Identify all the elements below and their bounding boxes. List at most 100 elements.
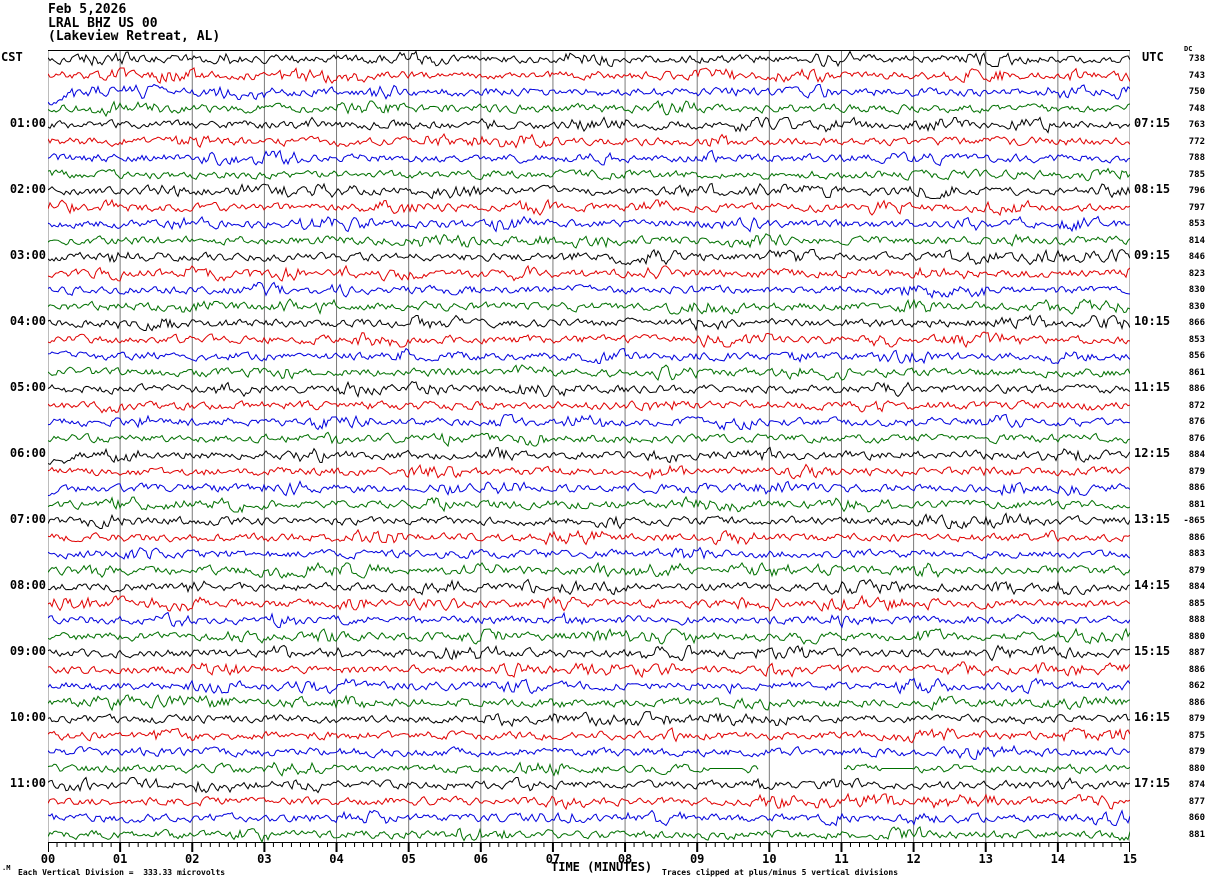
seismic-trace bbox=[48, 596, 1130, 611]
left-hour-label: 03:00 bbox=[0, 249, 46, 261]
x-axis-label: 09 bbox=[683, 853, 711, 865]
seismic-trace bbox=[48, 629, 1130, 644]
dc-value: 861 bbox=[1157, 368, 1205, 378]
dc-value: 830 bbox=[1157, 285, 1205, 295]
dc-value: 763 bbox=[1157, 120, 1205, 130]
seismic-trace bbox=[48, 679, 1130, 694]
left-hour-label: 01:00 bbox=[0, 117, 46, 129]
dc-value: 846 bbox=[1157, 252, 1205, 262]
seismic-trace bbox=[48, 646, 1130, 661]
dc-value: 862 bbox=[1157, 681, 1205, 691]
x-axis-label: 05 bbox=[395, 853, 423, 865]
dc-value: 743 bbox=[1157, 71, 1205, 81]
dc-value: 860 bbox=[1157, 813, 1205, 823]
left-hour-label: 06:00 bbox=[0, 447, 46, 459]
x-axis-label: 15 bbox=[1116, 853, 1144, 865]
seismic-trace bbox=[48, 448, 1130, 465]
dc-value: 881 bbox=[1157, 830, 1205, 840]
x-axis-label: 14 bbox=[1044, 853, 1072, 865]
seismic-trace bbox=[48, 580, 1130, 595]
seismic-trace bbox=[48, 778, 1130, 793]
x-axis-label: 07 bbox=[539, 853, 567, 865]
seismic-trace bbox=[48, 548, 1130, 559]
left-hour-label: 04:00 bbox=[0, 315, 46, 327]
dc-value: 830 bbox=[1157, 302, 1205, 312]
dc-value: 887 bbox=[1157, 648, 1205, 658]
seismogram-plot bbox=[48, 50, 1130, 860]
dc-value: 881 bbox=[1157, 500, 1205, 510]
seismic-trace bbox=[48, 134, 1130, 148]
dc-value: 853 bbox=[1157, 335, 1205, 345]
seismic-trace bbox=[48, 794, 1130, 809]
seismic-trace bbox=[48, 169, 1130, 181]
seismic-trace bbox=[48, 827, 1130, 842]
seismic-trace bbox=[48, 52, 1130, 67]
dc-value: 884 bbox=[1157, 450, 1205, 460]
seismic-trace bbox=[48, 101, 1130, 116]
dc-value: 788 bbox=[1157, 153, 1205, 163]
seismic-trace bbox=[48, 514, 1130, 529]
dc-value: 886 bbox=[1157, 698, 1205, 708]
watermark: .M bbox=[2, 864, 10, 872]
seismic-trace bbox=[48, 432, 1130, 446]
scale-note: Each Vertical Division = 333.33 microvol… bbox=[18, 868, 225, 877]
dc-value: 874 bbox=[1157, 780, 1205, 790]
seismic-trace bbox=[48, 746, 1130, 760]
left-hour-label: 02:00 bbox=[0, 183, 46, 195]
left-hour-label: 07:00 bbox=[0, 513, 46, 525]
seismic-trace bbox=[48, 316, 1130, 331]
dc-value: 738 bbox=[1157, 54, 1205, 64]
clip-note: Traces clipped at plus/minus 5 vertical … bbox=[662, 868, 898, 877]
dc-value: 886 bbox=[1157, 665, 1205, 675]
dc-value: 872 bbox=[1157, 401, 1205, 411]
dc-value: 823 bbox=[1157, 269, 1205, 279]
seismic-trace bbox=[48, 217, 1130, 232]
seismic-trace bbox=[48, 482, 1130, 496]
dc-value: 856 bbox=[1157, 351, 1205, 361]
dc-value: 797 bbox=[1157, 203, 1205, 213]
x-axis-label: 00 bbox=[34, 853, 62, 865]
seismic-trace bbox=[48, 283, 1130, 298]
dc-value: 796 bbox=[1157, 186, 1205, 196]
seismic-trace bbox=[48, 465, 1130, 479]
dc-value: 875 bbox=[1157, 731, 1205, 741]
x-axis-label: 02 bbox=[178, 853, 206, 865]
seismic-trace bbox=[48, 68, 1130, 83]
x-axis-label: 10 bbox=[755, 853, 783, 865]
dc-value: 879 bbox=[1157, 566, 1205, 576]
header-location: (Lakeview Retreat, AL) bbox=[48, 30, 220, 43]
dc-value: 772 bbox=[1157, 137, 1205, 147]
seismic-trace bbox=[48, 234, 1130, 248]
dc-value: 880 bbox=[1157, 764, 1205, 774]
seismic-trace bbox=[48, 349, 1130, 364]
seismic-trace bbox=[48, 415, 1130, 430]
seismic-trace bbox=[48, 332, 1130, 347]
left-hour-label: 08:00 bbox=[0, 579, 46, 591]
seismic-trace bbox=[48, 400, 1130, 412]
x-axis-label: 04 bbox=[323, 853, 351, 865]
dc-value: 880 bbox=[1157, 632, 1205, 642]
dc-value: 879 bbox=[1157, 747, 1205, 757]
seismic-trace bbox=[48, 662, 1130, 677]
dc-value: 876 bbox=[1157, 434, 1205, 444]
header-date: Feb 5,2026 bbox=[48, 3, 126, 16]
seismic-trace bbox=[48, 85, 1130, 105]
seismic-trace bbox=[48, 811, 1130, 826]
dc-column-header: DC bbox=[1184, 45, 1192, 53]
dc-value: 886 bbox=[1157, 384, 1205, 394]
seismic-trace bbox=[48, 365, 1130, 380]
seismic-trace bbox=[48, 530, 1130, 545]
seismic-trace bbox=[48, 382, 1130, 397]
dc-value: 814 bbox=[1157, 236, 1205, 246]
dc-value: 866 bbox=[1157, 318, 1205, 328]
dc-value: -865 bbox=[1157, 516, 1205, 526]
seismic-trace bbox=[48, 266, 1130, 281]
seismic-trace bbox=[48, 563, 1130, 578]
dc-value: 785 bbox=[1157, 170, 1205, 180]
dc-value: 748 bbox=[1157, 104, 1205, 114]
seismic-trace bbox=[48, 200, 1130, 215]
x-axis-label: 11 bbox=[827, 853, 855, 865]
left-hour-label: 09:00 bbox=[0, 645, 46, 657]
dc-value: 886 bbox=[1157, 483, 1205, 493]
dc-value: 877 bbox=[1157, 797, 1205, 807]
